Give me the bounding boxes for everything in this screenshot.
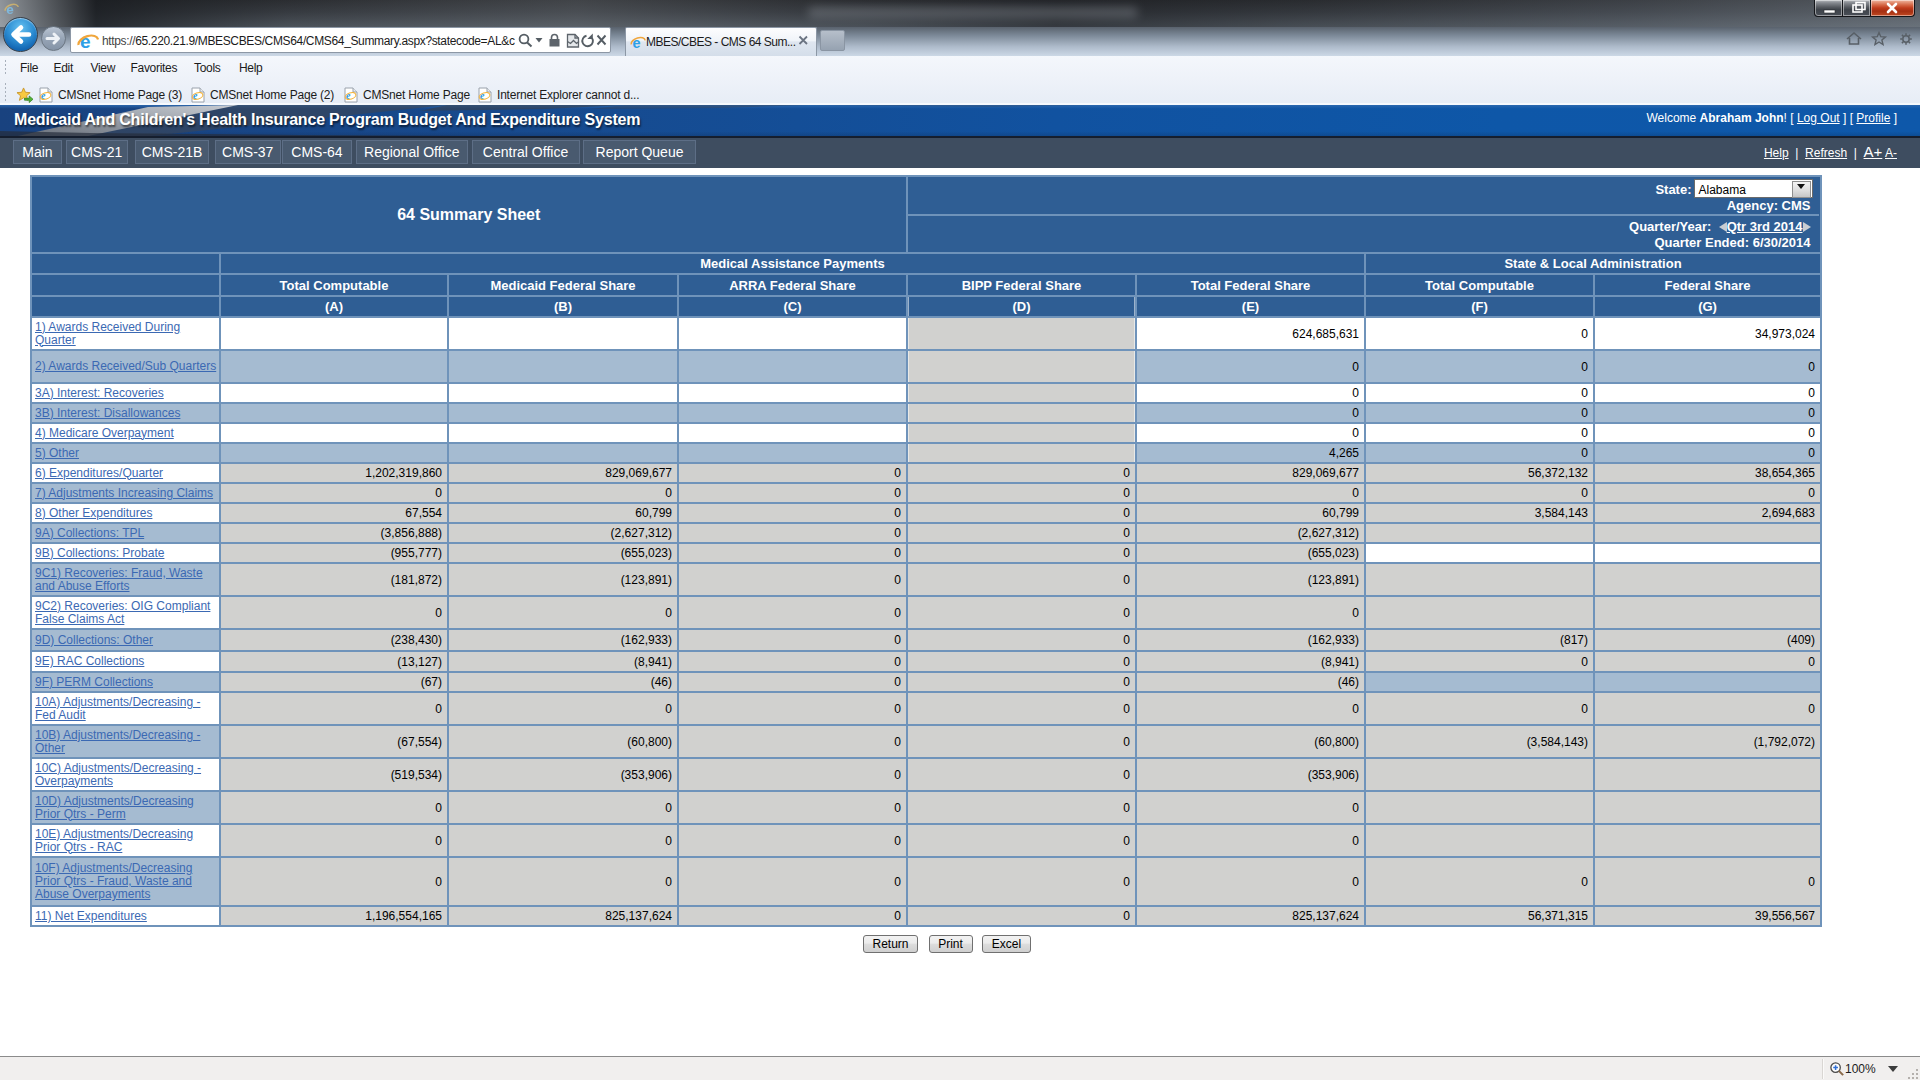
svg-text:e: e: [80, 31, 91, 51]
